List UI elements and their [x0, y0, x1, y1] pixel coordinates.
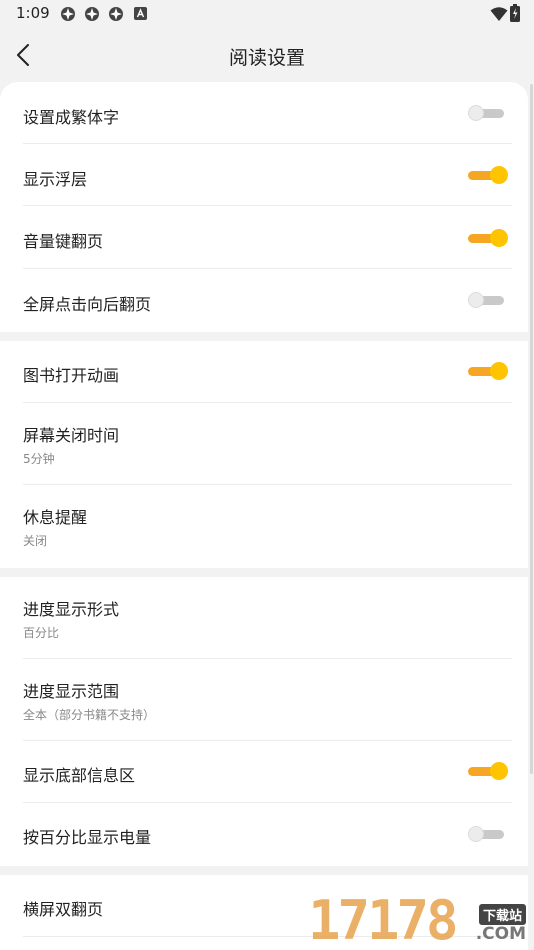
- settings-group-progress: 进度显示形式 百分比 进度显示范围 全本（部分书籍不支持） 显示底部信息区 按百…: [0, 577, 528, 866]
- setting-row-show-overlay[interactable]: 显示浮层: [0, 144, 528, 206]
- wifi-icon: [490, 7, 508, 21]
- setting-row-fullscreen-tap-next[interactable]: 全屏点击向后翻页: [0, 269, 528, 332]
- app-notification-icon: [85, 7, 99, 21]
- setting-row-progress-range[interactable]: 进度显示范围 全本（部分书籍不支持）: [0, 659, 528, 741]
- toggle-switch[interactable]: [468, 165, 508, 185]
- setting-row-screen-off-time[interactable]: 屏幕关闭时间 5分钟: [0, 403, 528, 485]
- setting-label: 显示底部信息区: [23, 766, 136, 785]
- toggle-switch[interactable]: [468, 361, 508, 381]
- setting-value: 5分钟: [23, 452, 55, 466]
- setting-label: 全屏点击向后翻页: [23, 295, 152, 314]
- watermark-number: 17178: [308, 889, 459, 950]
- setting-row-battery-percent[interactable]: 按百分比显示电量: [0, 803, 528, 866]
- toggle-switch[interactable]: [468, 290, 508, 310]
- status-time: 1:09: [16, 4, 50, 22]
- watermark-logo: 17178 下载站 .COM: [302, 890, 532, 950]
- app-notification-icon: [109, 7, 123, 21]
- setting-value: 百分比: [23, 626, 60, 640]
- page-title: 阅读设置: [228, 47, 305, 69]
- setting-row-bottom-info-area[interactable]: 显示底部信息区: [0, 741, 528, 803]
- battery-icon: [510, 4, 520, 22]
- settings-group-display: 图书打开动画 屏幕关闭时间 5分钟 休息提醒 关闭: [0, 341, 528, 568]
- watermark-tag: 下载站: [478, 904, 526, 925]
- setting-label: 屏幕关闭时间: [23, 426, 120, 445]
- setting-label: 横屏双翻页: [23, 900, 104, 919]
- setting-label: 休息提醒: [23, 508, 88, 527]
- setting-label: 音量键翻页: [23, 232, 104, 251]
- status-bar: 1:09: [0, 0, 534, 28]
- app-notification-icon: [61, 7, 75, 21]
- setting-value: 全本（部分书籍不支持）: [23, 708, 156, 722]
- scrollbar[interactable]: [530, 84, 533, 774]
- setting-row-traditional-chinese[interactable]: 设置成繁体字: [0, 82, 528, 144]
- setting-label: 图书打开动画: [23, 366, 120, 385]
- toggle-switch[interactable]: [468, 824, 508, 844]
- setting-label: 设置成繁体字: [23, 108, 120, 127]
- setting-label: 进度显示形式: [23, 600, 120, 619]
- watermark-domain: .COM: [475, 924, 526, 944]
- setting-row-rest-reminder[interactable]: 休息提醒 关闭: [0, 485, 528, 568]
- setting-label: 按百分比显示电量: [23, 828, 152, 847]
- setting-row-progress-format[interactable]: 进度显示形式 百分比: [0, 577, 528, 659]
- setting-row-book-open-animation[interactable]: 图书打开动画: [0, 341, 528, 403]
- toggle-switch[interactable]: [468, 103, 508, 123]
- setting-label: 显示浮层: [23, 170, 88, 189]
- setting-label: 进度显示范围: [23, 682, 120, 701]
- setting-value: 关闭: [23, 534, 48, 548]
- text-notification-icon: [134, 7, 147, 20]
- header: 阅读设置: [0, 28, 534, 82]
- toggle-switch[interactable]: [468, 761, 508, 781]
- settings-group-basic: 设置成繁体字 显示浮层 音量键翻页 全屏点击向后翻页: [0, 82, 528, 332]
- toggle-switch[interactable]: [468, 228, 508, 248]
- setting-row-volume-key-page[interactable]: 音量键翻页: [0, 206, 528, 269]
